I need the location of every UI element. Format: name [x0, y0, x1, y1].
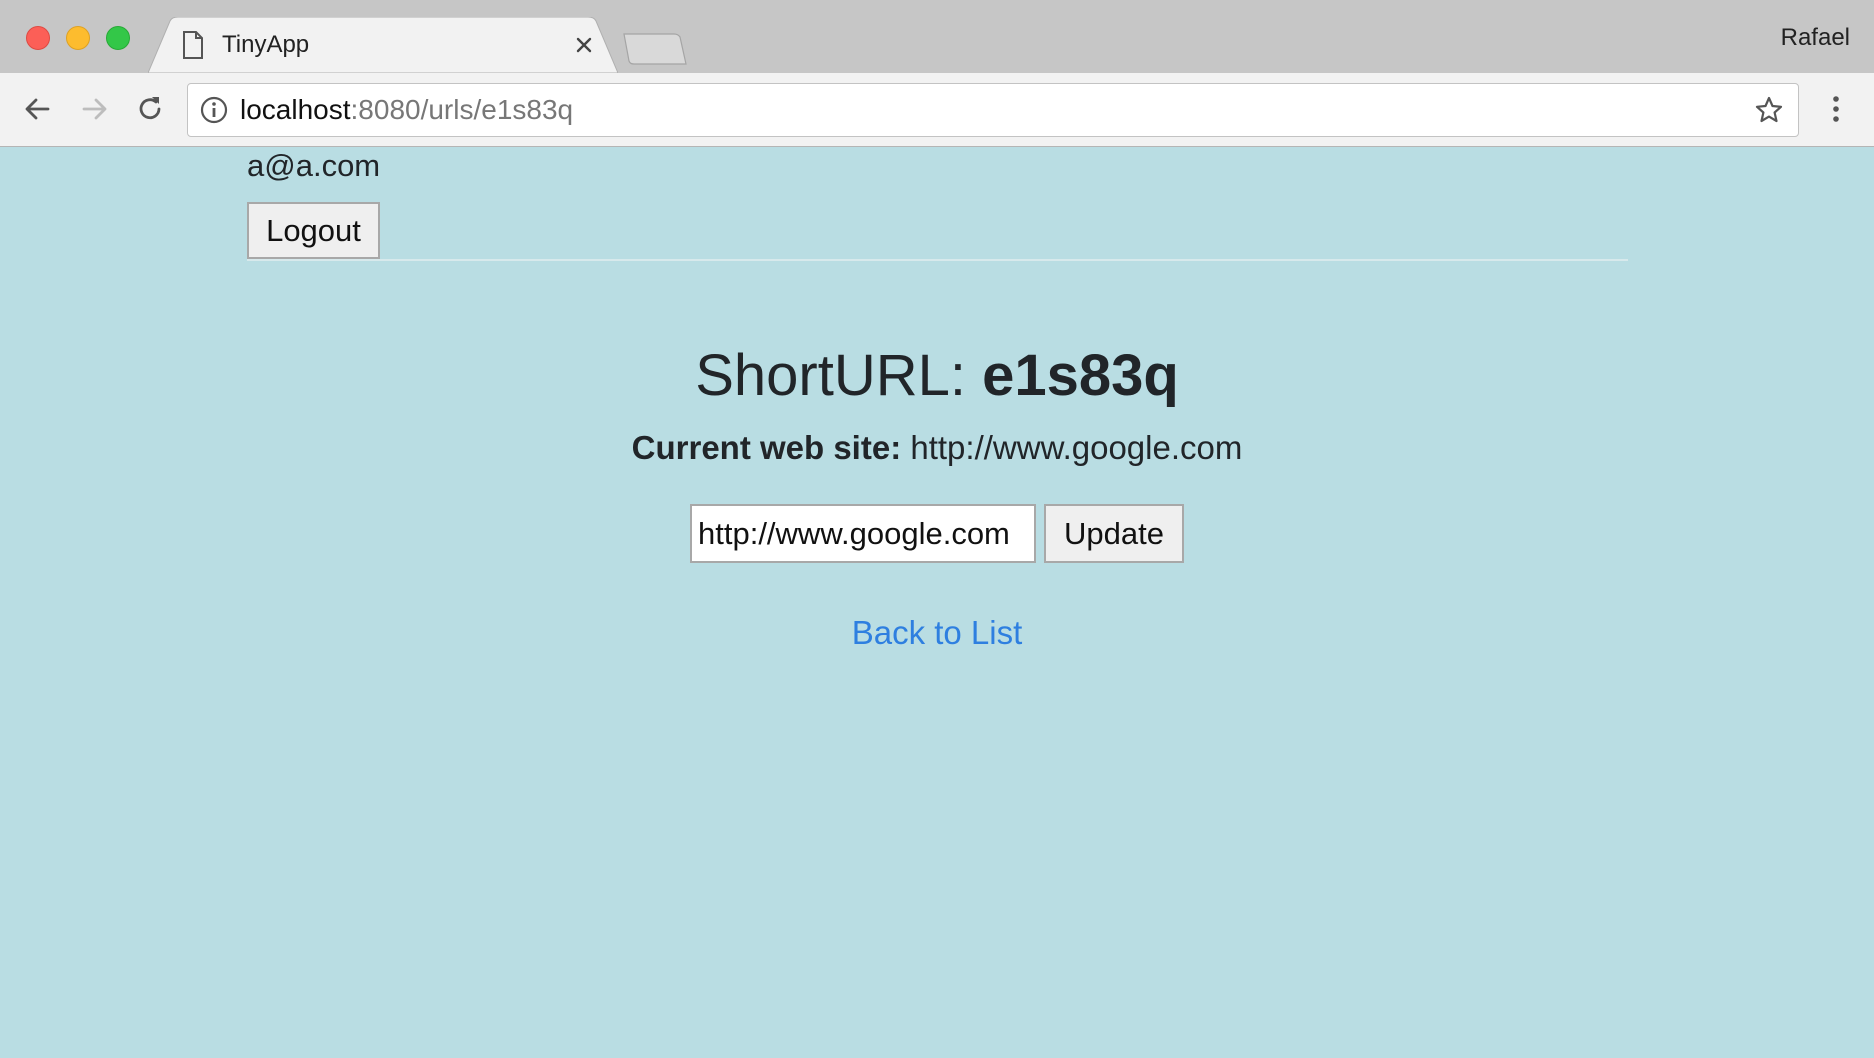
minimize-window-button[interactable]: [66, 26, 90, 50]
current-site-value: http://www.google.com: [901, 429, 1243, 466]
back-to-list-link[interactable]: Back to List: [852, 614, 1023, 651]
star-icon[interactable]: [1754, 95, 1784, 125]
current-site: Current web site: http://www.google.com: [0, 428, 1874, 468]
user-email: a@a.com: [247, 148, 381, 183]
reload-icon[interactable]: [132, 91, 168, 127]
page-title: ShortURL: e1s83q: [0, 344, 1874, 408]
browser-window: TinyApp Rafael localhost:8080/urls/e1s83…: [0, 0, 1874, 1058]
header-divider: [247, 259, 1628, 261]
close-window-button[interactable]: [26, 26, 50, 50]
long-url-input[interactable]: [690, 504, 1036, 563]
zoom-window-button[interactable]: [106, 26, 130, 50]
heading-prefix: ShortURL:: [695, 343, 983, 408]
page-content: a@a.com Logout ShortURL: e1s83q Current …: [0, 148, 1874, 1058]
url-text[interactable]: localhost:8080/urls/e1s83q: [240, 95, 573, 125]
info-icon[interactable]: [200, 96, 228, 124]
document-icon: [183, 31, 203, 59]
profile-name[interactable]: Rafael: [1781, 24, 1850, 52]
url-host: localhost: [240, 94, 351, 125]
short-url-code: e1s83q: [982, 343, 1179, 408]
tab-title: TinyApp: [222, 31, 310, 58]
tab-shape: [148, 17, 618, 73]
update-button[interactable]: Update: [1044, 504, 1184, 563]
address-bar[interactable]: localhost:8080/urls/e1s83q: [187, 83, 1799, 137]
forward-arrow-icon[interactable]: [76, 91, 112, 127]
kebab-menu-icon[interactable]: [1822, 91, 1850, 127]
back-link-container: Back to List: [0, 613, 1874, 653]
current-site-label: Current web site:: [631, 429, 902, 466]
tab-tinyapp[interactable]: TinyApp: [148, 17, 618, 73]
url-path: :8080/urls/e1s83q: [350, 94, 574, 125]
back-arrow-icon[interactable]: [20, 91, 56, 127]
close-icon[interactable]: [570, 31, 598, 59]
logout-button[interactable]: Logout: [247, 202, 380, 259]
new-tab-button[interactable]: [622, 33, 688, 65]
browser-toolbar: localhost:8080/urls/e1s83q: [0, 73, 1874, 147]
tab-strip: TinyApp Rafael: [0, 0, 1874, 73]
